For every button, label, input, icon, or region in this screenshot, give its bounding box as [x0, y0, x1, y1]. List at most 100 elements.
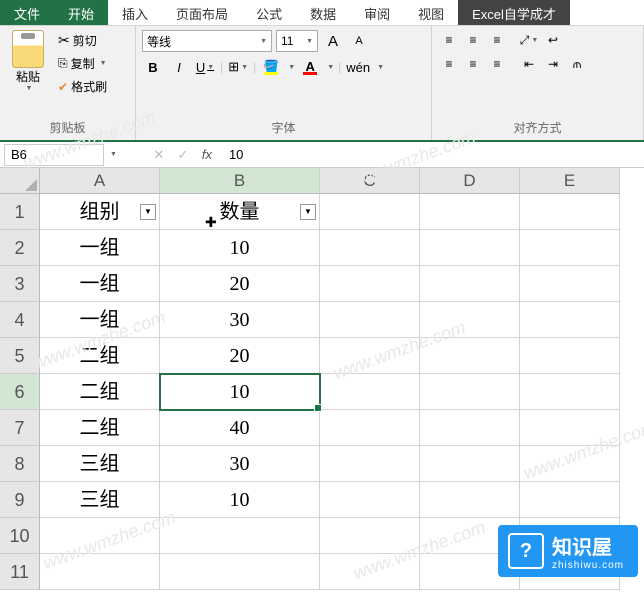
cell-D6[interactable]: [420, 374, 520, 410]
underline-button[interactable]: U▼: [194, 56, 216, 78]
cell-C7[interactable]: [320, 410, 420, 446]
cell-E3[interactable]: [520, 266, 620, 302]
cell-B3[interactable]: 20: [160, 266, 320, 302]
cell-B7[interactable]: 40: [160, 410, 320, 446]
col-header-D[interactable]: D: [420, 168, 520, 194]
col-header-B[interactable]: B: [160, 168, 320, 194]
painter-button[interactable]: ✔格式刷: [54, 76, 111, 97]
align-middle-button[interactable]: ≡: [462, 30, 484, 50]
cell-B9[interactable]: 10: [160, 482, 320, 518]
row-header-9[interactable]: 9: [0, 482, 40, 518]
cell-D4[interactable]: [420, 302, 520, 338]
row-header-8[interactable]: 8: [0, 446, 40, 482]
cell-C5[interactable]: [320, 338, 420, 374]
row-header-1[interactable]: 1: [0, 194, 40, 230]
fx-button[interactable]: fx: [195, 144, 219, 166]
cell-C3[interactable]: [320, 266, 420, 302]
name-box[interactable]: B6: [4, 144, 104, 166]
font-size-select[interactable]: 11▼: [276, 30, 318, 52]
chevron-down-icon[interactable]: ▼: [377, 64, 384, 71]
phonetic-button[interactable]: wén: [345, 56, 371, 78]
cell-E6[interactable]: [520, 374, 620, 410]
cell-B4[interactable]: 30: [160, 302, 320, 338]
cell-C2[interactable]: [320, 230, 420, 266]
indent-dec-button[interactable]: ⇤: [518, 54, 540, 74]
row-header-5[interactable]: 5: [0, 338, 40, 374]
cell-C10[interactable]: [320, 518, 420, 554]
align-top-button[interactable]: ≡: [438, 30, 460, 50]
row-header-6[interactable]: 6: [0, 374, 40, 410]
tab-review[interactable]: 审阅: [350, 0, 404, 25]
tab-file[interactable]: 文件: [0, 0, 54, 25]
font-name-select[interactable]: 等线▼: [142, 30, 272, 52]
cell-E1[interactable]: [520, 194, 620, 230]
merge-button[interactable]: ⫙: [566, 54, 588, 74]
tab-layout[interactable]: 页面布局: [162, 0, 242, 25]
bold-button[interactable]: B: [142, 56, 164, 78]
cell-A9[interactable]: 三组: [40, 482, 160, 518]
align-right-button[interactable]: ≡: [486, 54, 508, 74]
col-header-A[interactable]: A: [40, 168, 160, 194]
cell-D3[interactable]: [420, 266, 520, 302]
cell-B8[interactable]: 30: [160, 446, 320, 482]
cell-E4[interactable]: [520, 302, 620, 338]
cut-button[interactable]: ✂剪切: [54, 30, 111, 51]
font-color-button[interactable]: A: [299, 56, 321, 78]
cell-A10[interactable]: [40, 518, 160, 554]
cell-B11[interactable]: [160, 554, 320, 590]
copy-button[interactable]: ⎘复制▼: [54, 53, 111, 74]
col-header-C[interactable]: C: [320, 168, 420, 194]
cell-A4[interactable]: 一组: [40, 302, 160, 338]
row-header-7[interactable]: 7: [0, 410, 40, 446]
cell-C9[interactable]: [320, 482, 420, 518]
cell-A5[interactable]: 二组: [40, 338, 160, 374]
cell-B10[interactable]: [160, 518, 320, 554]
formula-input[interactable]: 10: [219, 147, 253, 162]
cell-C8[interactable]: [320, 446, 420, 482]
cell-D8[interactable]: [420, 446, 520, 482]
cell-B6[interactable]: 10: [160, 374, 320, 410]
wrap-text-button[interactable]: ↩: [542, 30, 564, 50]
filter-icon[interactable]: ▼: [140, 204, 156, 220]
indent-inc-button[interactable]: ⇥: [542, 54, 564, 74]
cell-A2[interactable]: 一组: [40, 230, 160, 266]
fill-color-button[interactable]: 🪣: [260, 56, 282, 78]
col-header-E[interactable]: E: [520, 168, 620, 194]
cell-D2[interactable]: [420, 230, 520, 266]
tab-home[interactable]: 开始: [54, 0, 108, 25]
cell-E9[interactable]: [520, 482, 620, 518]
cell-E5[interactable]: [520, 338, 620, 374]
cell-D9[interactable]: [420, 482, 520, 518]
align-left-button[interactable]: ≡: [438, 54, 460, 74]
filter-icon[interactable]: ▼: [300, 204, 316, 220]
cell-D7[interactable]: [420, 410, 520, 446]
cell-C4[interactable]: [320, 302, 420, 338]
select-all-corner[interactable]: [0, 168, 40, 194]
chevron-down-icon[interactable]: ▼: [327, 64, 334, 71]
italic-button[interactable]: I: [168, 56, 190, 78]
row-header-11[interactable]: 11: [0, 554, 40, 590]
cell-C11[interactable]: [320, 554, 420, 590]
row-header-3[interactable]: 3: [0, 266, 40, 302]
cell-B5[interactable]: 20: [160, 338, 320, 374]
paste-button[interactable]: 粘贴 ▼: [6, 30, 50, 97]
border-button[interactable]: ⊞▼: [227, 56, 249, 78]
cell-C1[interactable]: [320, 194, 420, 230]
cell-C6[interactable]: [320, 374, 420, 410]
grow-font-button[interactable]: A: [322, 30, 344, 52]
tab-view[interactable]: 视图: [404, 0, 458, 25]
cell-E8[interactable]: [520, 446, 620, 482]
cell-B1[interactable]: ✚数量▼: [160, 194, 320, 230]
cell-A3[interactable]: 一组: [40, 266, 160, 302]
align-center-button[interactable]: ≡: [462, 54, 484, 74]
cell-A8[interactable]: 三组: [40, 446, 160, 482]
tab-formula[interactable]: 公式: [242, 0, 296, 25]
tab-data[interactable]: 数据: [296, 0, 350, 25]
row-header-10[interactable]: 10: [0, 518, 40, 554]
cell-E7[interactable]: [520, 410, 620, 446]
shrink-font-button[interactable]: A: [348, 30, 370, 52]
align-bottom-button[interactable]: ≡: [486, 30, 508, 50]
cell-B2[interactable]: 10: [160, 230, 320, 266]
cell-D5[interactable]: [420, 338, 520, 374]
cell-E2[interactable]: [520, 230, 620, 266]
